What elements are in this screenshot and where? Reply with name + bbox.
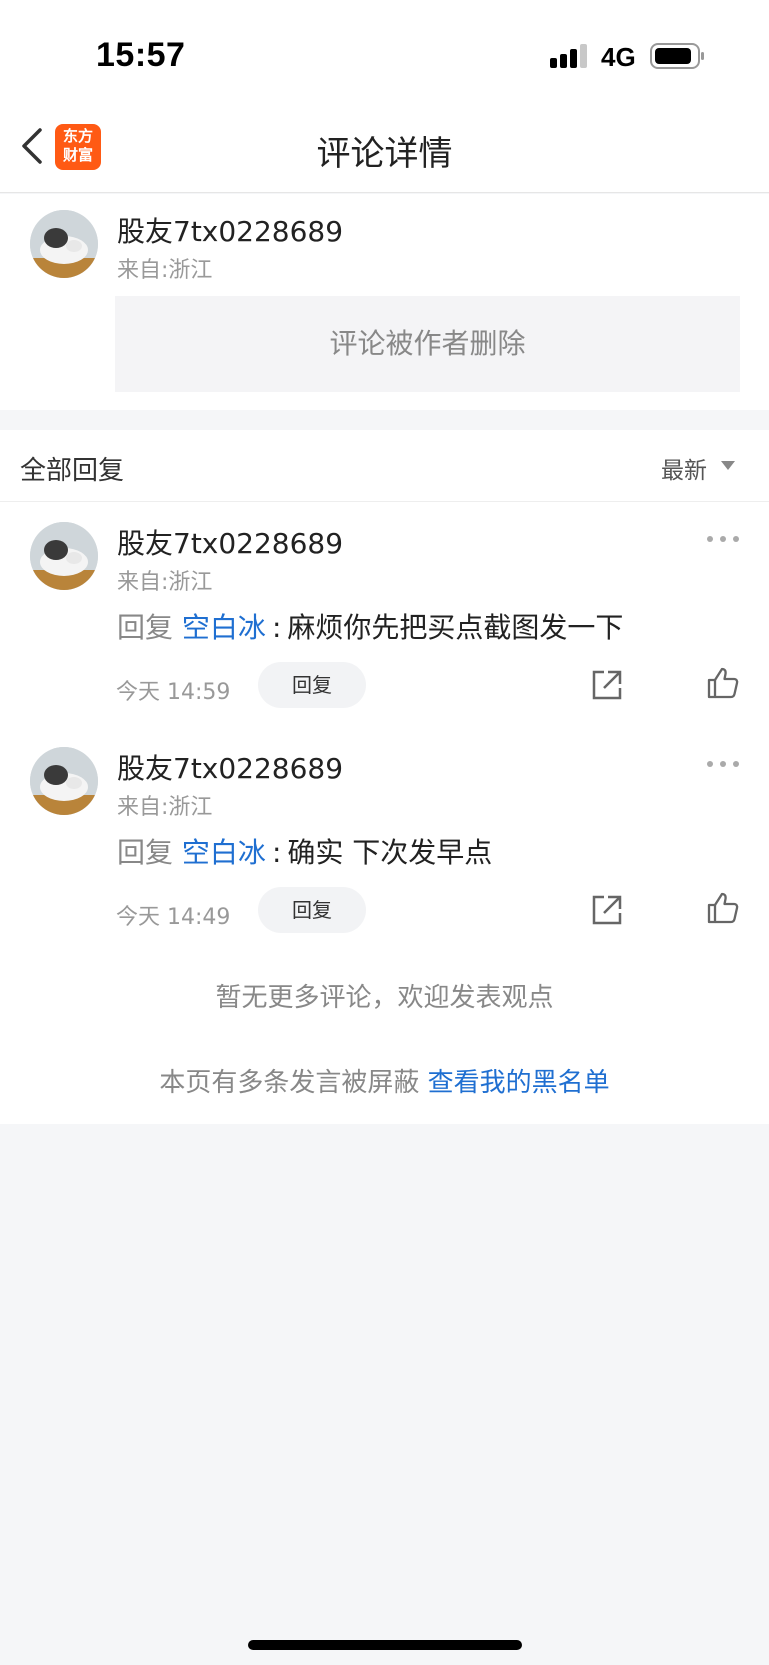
deleted-comment-notice: 评论被作者删除 [115,296,740,392]
mention-link[interactable]: 空白冰 [182,836,266,869]
status-bar: 15:57 4G [0,0,769,100]
more-icon[interactable] [706,534,740,544]
replies-section: 全部回复 最新 股友7tx0228689 来自:浙江 回复 空白冰: 麻烦你先把买… [0,430,769,1124]
reply-colon: : [271,836,282,869]
username[interactable]: 股友7tx0228689 [117,522,343,562]
main-comment: 股友7tx0228689 来自:浙江 评论被作者删除 [0,194,769,410]
username[interactable]: 股友7tx0228689 [117,747,343,787]
status-time: 15:57 [96,36,186,74]
avatar[interactable] [30,522,98,590]
blocked-text: 本页有多条发言被屏蔽 [159,1068,420,1098]
reply-time: 今天 14:49 [116,905,231,930]
avatar-image [30,210,98,278]
username[interactable]: 股友7tx0228689 [117,210,343,250]
sort-dropdown[interactable]: 最新 [661,451,707,485]
mention-link[interactable]: 空白冰 [182,611,266,644]
no-more-comments: 暂无更多评论，欢迎发表观点 [215,983,554,1013]
nav-bar: 东方 财富 评论详情 [0,100,769,193]
network-label: 4G [601,42,636,72]
reply-time: 今天 14:59 [116,680,231,705]
like-icon[interactable] [706,891,740,925]
reply-prefix: 回复 [117,836,174,869]
battery-icon [650,43,704,69]
avatar[interactable] [30,210,98,278]
share-icon[interactable] [590,893,624,927]
chevron-down-icon[interactable] [720,460,736,472]
reply-content: 回复 空白冰: 确实 下次发早点 [117,831,492,871]
avatar-image [30,747,98,815]
reply-content: 回复 空白冰: 麻烦你先把买点截图发一下 [117,606,623,646]
location: 来自:浙江 [117,570,213,595]
home-indicator[interactable] [248,1640,522,1650]
replies-header: 全部回复 最新 [0,430,769,502]
replies-title: 全部回复 [20,456,125,486]
reply-item: 股友7tx0228689 来自:浙江 回复 空白冰: 确实 下次发早点 今天 14… [0,727,769,947]
signal-icon [550,44,587,68]
reply-button[interactable]: 回复 [258,662,366,708]
reply-text: 麻烦你先把买点截图发一下 [287,611,624,644]
share-icon[interactable] [590,668,624,702]
avatar[interactable] [30,747,98,815]
location: 来自:浙江 [117,795,213,820]
reply-prefix: 回复 [117,611,174,644]
blacklist-link[interactable]: 查看我的黑名单 [428,1068,610,1098]
reply-text: 确实 下次发早点 [287,836,493,869]
avatar-image [30,522,98,590]
reply-colon: : [271,611,282,644]
reply-button[interactable]: 回复 [258,887,366,933]
blocked-notice: 本页有多条发言被屏蔽 查看我的黑名单 [0,1062,769,1099]
reply-item: 股友7tx0228689 来自:浙江 回复 空白冰: 麻烦你先把买点截图发一下 今… [0,502,769,722]
location: 来自:浙江 [117,258,213,283]
page-title: 评论详情 [316,134,453,174]
like-icon[interactable] [706,666,740,700]
more-icon[interactable] [706,759,740,769]
